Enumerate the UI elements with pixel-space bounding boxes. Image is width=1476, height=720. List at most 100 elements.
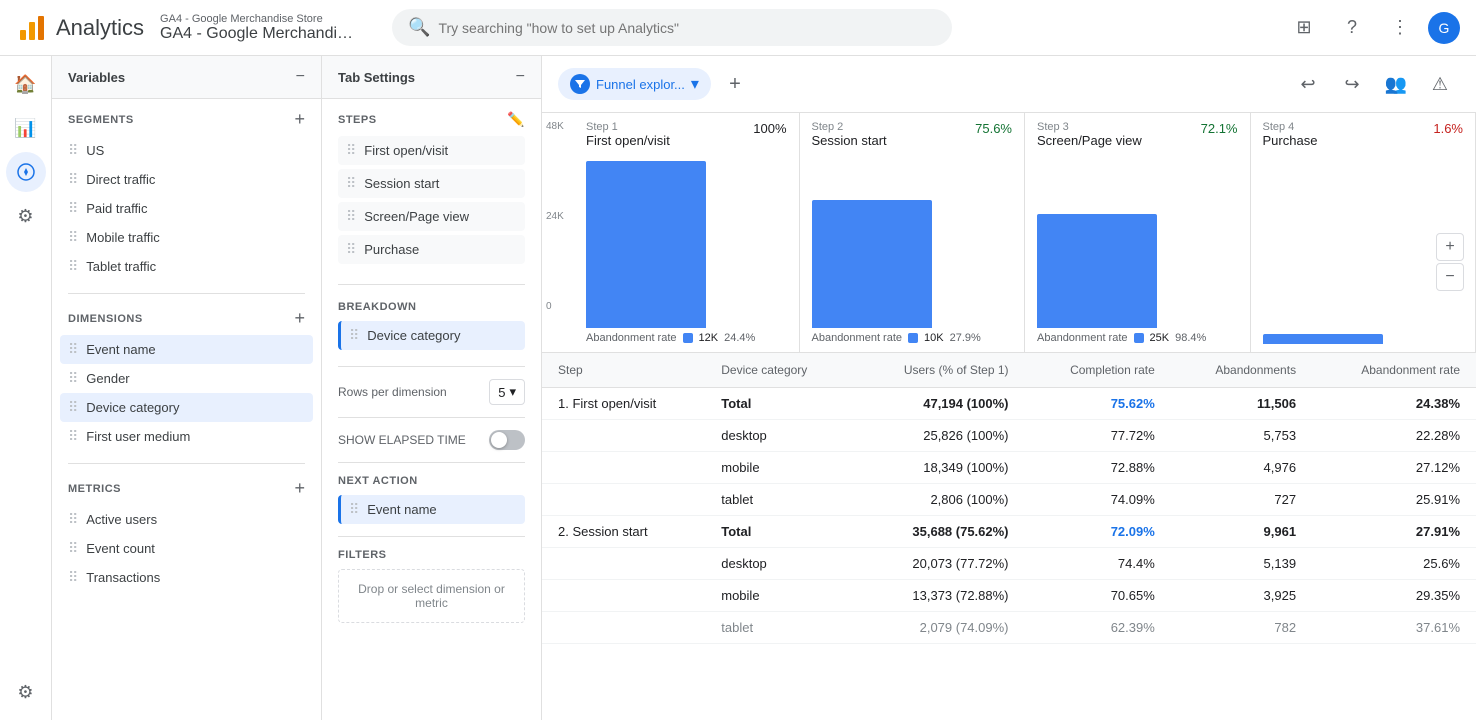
- toggle-thumb: [491, 432, 507, 448]
- list-item[interactable]: ⠿Event name: [60, 335, 313, 364]
- step-1-chart: [586, 152, 787, 328]
- steps-section: STEPS ✏️ ⠿ First open/visit ⠿ Session st…: [322, 99, 541, 280]
- step-item-first-open[interactable]: ⠿ First open/visit: [338, 136, 525, 165]
- redo-icon[interactable]: ↪: [1332, 64, 1372, 104]
- configure-icon[interactable]: ⚙: [6, 196, 46, 236]
- col-users: Users (% of Step 1): [853, 353, 1024, 388]
- divider: [338, 462, 525, 463]
- abandon-cell: 9,961: [1171, 516, 1312, 548]
- list-item[interactable]: ⠿Tablet traffic: [60, 252, 313, 281]
- category-cell: Total: [705, 516, 853, 548]
- zoom-in-button[interactable]: +: [1436, 233, 1464, 261]
- explorer-header: Funnel explor... ▾ + ↩ ↪ 👥 ⚠: [542, 56, 1476, 113]
- drag-icon: ⠿: [346, 142, 356, 159]
- variables-title: Variables: [68, 70, 125, 85]
- abandon-label: Abandonment rate: [1037, 332, 1128, 344]
- metrics-add[interactable]: +: [294, 478, 305, 499]
- list-item[interactable]: ⠿First user medium: [60, 422, 313, 451]
- completion-cell: 72.88%: [1025, 452, 1171, 484]
- undo-icon[interactable]: ↩: [1288, 64, 1328, 104]
- elapsed-time-toggle[interactable]: [489, 430, 525, 450]
- rows-select[interactable]: 5 ▾: [489, 379, 525, 405]
- step-item-screen-page[interactable]: ⠿ Screen/Page view: [338, 202, 525, 231]
- category-cell: mobile: [705, 580, 853, 612]
- col-abandon-rate: Abandonment rate: [1312, 353, 1476, 388]
- y-label-48k: 48K: [546, 121, 574, 132]
- edit-icon[interactable]: ✏️: [507, 111, 525, 128]
- category-cell: tablet: [705, 612, 853, 644]
- search-input[interactable]: [438, 20, 936, 36]
- list-item[interactable]: ⠿Gender: [60, 364, 313, 393]
- breakdown-item[interactable]: ⠿ Device category: [338, 321, 525, 350]
- completion-cell: 75.62%: [1025, 388, 1171, 420]
- step-item-session-start[interactable]: ⠿ Session start: [338, 169, 525, 198]
- users-cell: 20,073 (77.72%): [853, 548, 1024, 580]
- table-row: 2. Session start Total 35,688 (75.62%) 7…: [542, 516, 1476, 548]
- variables-minimize[interactable]: −: [296, 68, 305, 86]
- property-info: GA4 - Google Merchandise Store GA4 - Goo…: [160, 13, 360, 43]
- list-item[interactable]: ⠿Transactions: [60, 563, 313, 592]
- add-tab-button[interactable]: +: [719, 68, 751, 100]
- step-cell: [542, 452, 705, 484]
- dimensions-add[interactable]: +: [294, 308, 305, 329]
- list-item[interactable]: ⠿Direct traffic: [60, 165, 313, 194]
- step-1-name: First open/visit: [586, 133, 670, 148]
- divider: [338, 536, 525, 537]
- step-1-bar: [586, 161, 706, 328]
- item-label: Device category: [86, 400, 179, 415]
- step-item-purchase[interactable]: ⠿ Purchase: [338, 235, 525, 264]
- drag-icon: ⠿: [68, 511, 78, 528]
- home-icon[interactable]: 🏠: [6, 64, 46, 104]
- abandon-count: 10K: [924, 332, 944, 344]
- share-users-icon[interactable]: 👥: [1376, 64, 1416, 104]
- list-item[interactable]: ⠿Paid traffic: [60, 194, 313, 223]
- users-cell: 47,194 (100%): [853, 388, 1024, 420]
- list-item[interactable]: ⠿Event count: [60, 534, 313, 563]
- zoom-out-button[interactable]: −: [1436, 263, 1464, 291]
- drag-icon: ⠿: [68, 200, 78, 217]
- completion-cell: 62.39%: [1025, 612, 1171, 644]
- funnel-chart: 48K 24K 0 Step 1 First open/visit 100%: [542, 113, 1476, 353]
- segments-add[interactable]: +: [294, 109, 305, 130]
- settings-title: Tab Settings: [338, 70, 415, 85]
- step-2-num: Step 2: [812, 121, 887, 133]
- funnel-tab[interactable]: Funnel explor... ▾: [558, 68, 711, 100]
- table-row: mobile 13,373 (72.88%) 70.65% 3,925 29.3…: [542, 580, 1476, 612]
- avatar[interactable]: G: [1428, 12, 1460, 44]
- more-icon[interactable]: ⋮: [1380, 8, 1420, 48]
- segments-header: SEGMENTS +: [52, 99, 321, 136]
- settings-minimize[interactable]: −: [516, 68, 525, 86]
- completion-cell: 74.4%: [1025, 548, 1171, 580]
- list-item[interactable]: ⠿Active users: [60, 505, 313, 534]
- list-item[interactable]: ⠿ Device category: [60, 393, 313, 422]
- search-bar[interactable]: 🔍: [392, 9, 952, 46]
- table-row: tablet 2,806 (100%) 74.09% 727 25.91%: [542, 484, 1476, 516]
- step-label: Session start: [364, 176, 439, 191]
- list-item[interactable]: ⠿Mobile traffic: [60, 223, 313, 252]
- bar-chart-icon[interactable]: 📊: [6, 108, 46, 148]
- settings-icon[interactable]: ⚙: [6, 672, 46, 712]
- completion-cell: 70.65%: [1025, 580, 1171, 612]
- help-icon[interactable]: ?: [1332, 8, 1372, 48]
- main-area: 🏠 📊 ⚙ ⚙ Variables − SEGMENTS + ⠿US: [0, 56, 1476, 720]
- col-step: Step: [542, 353, 705, 388]
- steps-label: STEPS ✏️: [338, 111, 525, 128]
- step-4-num: Step 4: [1263, 121, 1318, 133]
- drag-icon: ⠿: [349, 501, 359, 518]
- step-1-abandonment: Abandonment rate 12K 24.4%: [586, 332, 787, 344]
- drag-icon: ⠿: [68, 171, 78, 188]
- step-2-name: Session start: [812, 133, 887, 148]
- drag-icon: ⠿: [68, 399, 78, 416]
- alert-icon[interactable]: ⚠: [1420, 64, 1460, 104]
- step-1-info: Step 1 First open/visit: [586, 121, 670, 148]
- step-2-pct: 75.6%: [975, 121, 1012, 136]
- explore-icon[interactable]: [6, 152, 46, 192]
- list-item[interactable]: ⠿US: [60, 136, 313, 165]
- main-content: Funnel explor... ▾ + ↩ ↪ 👥 ⚠ 48K 24K: [542, 56, 1476, 720]
- abandon-rate-cell: 27.12%: [1312, 452, 1476, 484]
- filter-drop-zone[interactable]: Drop or select dimension or metric: [338, 569, 525, 623]
- next-action-item[interactable]: ⠿ Event name: [338, 495, 525, 524]
- step-1-header: Step 1 First open/visit 100%: [586, 121, 787, 148]
- grid-icon[interactable]: ⊞: [1284, 8, 1324, 48]
- divider: [338, 417, 525, 418]
